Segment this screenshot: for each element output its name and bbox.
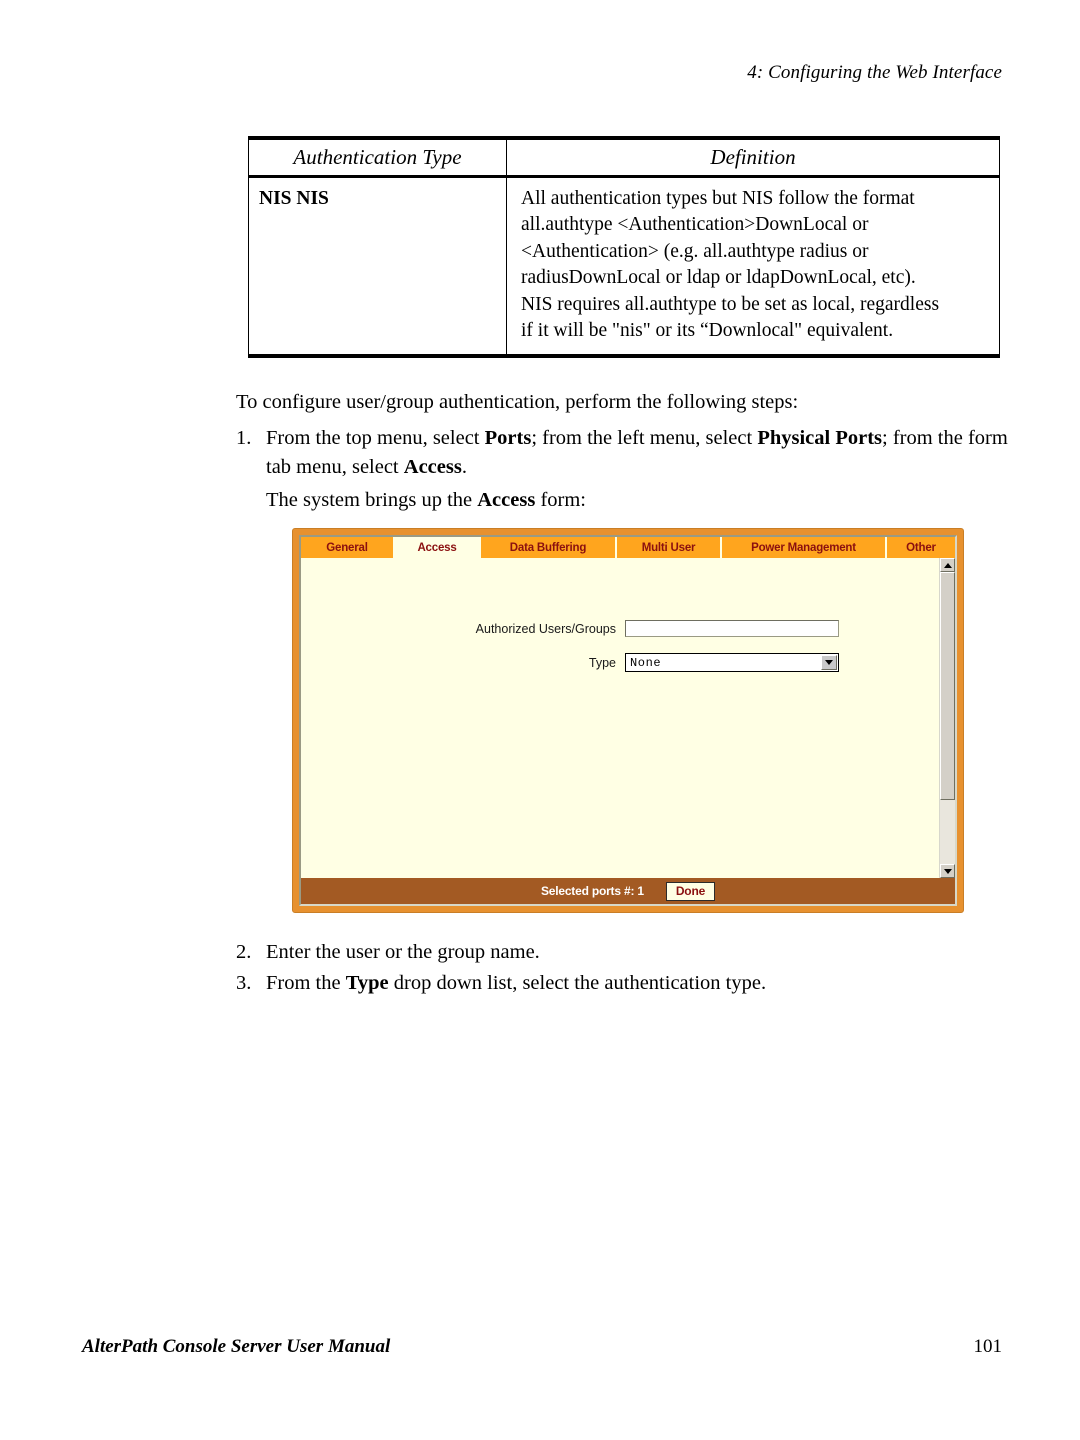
sub-part1: The system brings up the <box>266 489 478 511</box>
access-form-screenshot: General Access Data Buffering Multi User… <box>292 528 964 913</box>
definition-line: NIS requires all.authtype to be set as l… <box>521 293 940 315</box>
step-text: From the top menu, select Ports; from th… <box>266 424 1016 481</box>
scrollbar-track[interactable] <box>940 572 955 864</box>
table-row: NIS NIS All authentication types but NIS… <box>248 176 1000 359</box>
steps-list-top: 1. From the top menu, select Ports; from… <box>236 424 1016 515</box>
scroll-down-arrow-icon[interactable] <box>940 864 955 878</box>
definition-line: if it will be "nis" or its “Downlocal" e… <box>521 320 894 342</box>
selected-ports-status: Selected ports #: 1 <box>540 884 644 898</box>
vertical-scrollbar[interactable] <box>939 558 955 878</box>
cell-authentication-type: NIS NIS <box>248 176 507 359</box>
authorized-users-groups-label: Authorized Users/Groups <box>475 621 616 636</box>
tab-general[interactable]: General <box>301 537 395 558</box>
scroll-up-arrow-icon[interactable] <box>940 558 955 572</box>
step1-part1: From the top menu, select <box>266 427 485 449</box>
form-status-bar: Selected ports #: 1 Done <box>301 878 955 904</box>
step-1-sub-line: The system brings up the Access form: <box>266 486 1016 515</box>
definition-line: <Authentication> (e.g. all.authtype radi… <box>521 240 869 262</box>
step1-part2: ; from the left menu, select <box>531 427 758 449</box>
scrollbar-track-remainder[interactable] <box>940 800 955 864</box>
intro-paragraph: To configure user/group authentication, … <box>236 391 799 413</box>
type-selected-value: None <box>630 655 662 670</box>
definition-line: All authentication types but NIS follow … <box>521 188 915 209</box>
step-number: 2. <box>236 941 252 963</box>
app-window-inner: General Access Data Buffering Multi User… <box>299 535 957 906</box>
step1-bold-physical-ports: Physical Ports <box>757 427 883 449</box>
step3-bold-type: Type <box>345 971 389 994</box>
cell-definition: All authentication types but NIS follow … <box>506 176 1000 359</box>
form-tab-bar: General Access Data Buffering Multi User… <box>301 537 955 558</box>
tab-multi-user[interactable]: Multi User <box>617 537 722 558</box>
page-number: 101 <box>973 1336 1003 1357</box>
done-button[interactable]: Done <box>665 881 716 901</box>
running-head: 4: Configuring the Web Interface <box>747 62 1002 83</box>
step1-bold-ports: Ports <box>484 427 532 449</box>
step3-part2: drop down list, select the authenticatio… <box>388 971 767 994</box>
column-header-definition: Definition <box>506 136 1000 178</box>
access-form-area: Authorized Users/Groups Type None <box>301 558 939 878</box>
step-text: From the Type drop down list, select the… <box>266 969 1026 998</box>
step1-bold-access: Access <box>403 455 462 478</box>
tab-data-buffering[interactable]: Data Buffering <box>481 537 617 558</box>
step-number: 1. <box>236 427 252 449</box>
sub-part2: form: <box>535 489 586 511</box>
table-header-row: Authentication Type Definition <box>248 136 1000 178</box>
list-item-step-3: 3. From the Type drop down list, select … <box>236 969 1026 998</box>
authentication-definition-table: Authentication Type Definition NIS NIS A… <box>248 136 1000 359</box>
step-text: Enter the user or the group name. <box>266 941 540 963</box>
triangle-down-glyph <box>943 868 952 874</box>
tab-access[interactable]: Access <box>395 537 481 558</box>
list-item-step-1: 1. From the top menu, select Ports; from… <box>236 424 1016 481</box>
app-body: Authorized Users/Groups Type None <box>301 558 955 878</box>
column-header-authentication-type: Authentication Type <box>248 136 507 178</box>
page-footer: AlterPath Console Server User Manual 101 <box>82 1336 1002 1358</box>
triangle-up-glyph <box>943 562 952 568</box>
step-number: 3. <box>236 971 252 994</box>
steps-list-bottom: 2. Enter the user or the group name. 3. … <box>236 938 1026 999</box>
authorized-users-groups-input[interactable] <box>625 620 839 637</box>
step3-part1: From the <box>266 971 346 994</box>
manual-title: AlterPath Console Server User Manual <box>82 1336 391 1357</box>
triangle-down-glyph <box>825 660 833 665</box>
definition-line: all.authtype <Authentication>DownLocal o… <box>521 214 869 236</box>
definition-line: radiusDownLocal or ldap or ldapDownLocal… <box>521 267 916 289</box>
scrollbar-thumb[interactable] <box>940 572 955 800</box>
type-dropdown[interactable]: None <box>625 653 839 672</box>
sub-bold-access: Access <box>477 489 536 511</box>
field-type: Type None <box>406 653 839 672</box>
type-label: Type <box>588 655 616 670</box>
tab-power-management[interactable]: Power Management <box>722 537 887 558</box>
field-authorized-users-groups: Authorized Users/Groups <box>406 620 839 637</box>
list-item-step-2: 2. Enter the user or the group name. <box>236 938 1026 967</box>
tab-other[interactable]: Other <box>887 537 955 558</box>
chevron-down-icon[interactable] <box>821 655 837 670</box>
step1-part4: . <box>461 455 467 478</box>
